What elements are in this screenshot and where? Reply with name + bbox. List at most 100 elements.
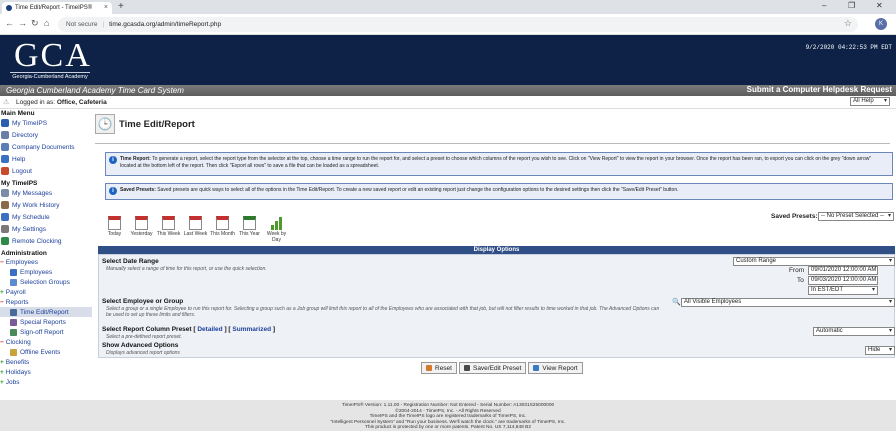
preset-this-month[interactable]: This Month <box>209 216 236 243</box>
sidebar-item-label: Directory <box>12 131 39 139</box>
new-tab-button[interactable]: + <box>118 1 124 12</box>
column-preset-label: Select Report Column Preset [ Detailed ]… <box>102 326 276 333</box>
collapse-icon[interactable]: − <box>0 339 4 346</box>
preset-week-by-day[interactable]: Week by Day <box>263 216 290 243</box>
expand-icon[interactable]: + <box>0 379 4 386</box>
sidebar-item-selection-groups[interactable]: Selection Groups <box>0 277 92 287</box>
preset-yesterday[interactable]: Yesterday <box>128 216 155 243</box>
view-report-button[interactable]: View Report <box>528 362 583 374</box>
timezone-select[interactable]: In EST/EDT <box>808 286 878 295</box>
advanced-options-desc: Displays advanced report options <box>106 350 180 356</box>
not-secure-label[interactable]: Not secure <box>66 21 97 28</box>
sidebar-item-benefits[interactable]: + Benefits <box>0 357 92 367</box>
sidebar-item-jobs[interactable]: + Jobs <box>0 377 92 387</box>
date-range-select[interactable]: Custom Range <box>733 257 895 266</box>
date-range-label: Select Date Range <box>102 258 159 265</box>
preset-this-week[interactable]: This Week <box>155 216 182 243</box>
reset-button[interactable]: Reset <box>421 362 457 374</box>
offline-events-icon <box>10 348 17 356</box>
info-icon: i <box>109 156 117 164</box>
sidebar-item-my-work-history[interactable]: My Work History <box>0 199 92 211</box>
calendar-icon <box>162 216 175 230</box>
my-settings-icon <box>1 225 9 233</box>
sidebar-item-reports-group[interactable]: − Reports <box>0 297 92 307</box>
sidebar-item-my-timeips[interactable]: My TimeIPS <box>0 117 92 129</box>
helpdesk-link[interactable]: Submit a Computer Helpdesk Request <box>747 85 892 94</box>
from-date-input[interactable]: 09/01/2020 12:00:00 AM <box>808 266 878 275</box>
logo-subtitle: Georgia-Cumberland Academy <box>10 72 90 80</box>
sidebar-item-payroll[interactable]: + Payroll <box>0 287 92 297</box>
window-close-icon[interactable]: ✕ <box>876 1 883 10</box>
administration-heading: Administration <box>1 250 47 257</box>
sidebar-item-remote-clocking[interactable]: Remote Clocking <box>0 235 92 247</box>
sidebar-item-offline-events[interactable]: Offline Events <box>0 347 92 357</box>
sidebar-item-my-settings[interactable]: My Settings <box>0 223 92 235</box>
save-edit-preset-button[interactable]: Save/Edit Preset <box>458 362 527 374</box>
sidebar-item-sign-off-report[interactable]: Sign-off Report <box>0 327 92 337</box>
special-reports-icon <box>10 318 17 326</box>
detailed-link[interactable]: Detailed <box>197 326 222 333</box>
gca-logo[interactable]: GCA <box>14 37 92 75</box>
preset-last-week[interactable]: Last Week <box>182 216 209 243</box>
column-preset-select[interactable]: Automatic <box>813 327 895 336</box>
search-icon[interactable]: 🔍 <box>672 298 681 306</box>
sidebar-item-directory[interactable]: Directory <box>0 129 92 141</box>
employee-group-label: Select Employee or Group <box>102 298 184 305</box>
profile-avatar[interactable]: K <box>875 18 887 30</box>
preset-label: Week by Day <box>266 231 287 243</box>
preset-label: This Week <box>156 231 181 237</box>
to-date-input[interactable]: 09/03/2020 12:00:00 AM <box>808 276 878 285</box>
sidebar-item-employees[interactable]: Employees <box>0 267 92 277</box>
sidebar-item-my-messages[interactable]: My Messages <box>0 187 92 199</box>
browser-tab[interactable]: Time Edit/Report - TimeIPS® × <box>2 2 112 14</box>
advanced-options-select[interactable]: Hide <box>865 346 895 355</box>
column-preset-text: Select Report Column Preset <box>102 326 192 333</box>
view-report-label: View Report <box>542 364 578 372</box>
back-icon[interactable]: ← <box>5 18 14 28</box>
logged-in-user: Office, Cafeteria <box>56 99 107 106</box>
view-report-icon <box>533 365 540 371</box>
expand-icon[interactable]: + <box>0 369 4 376</box>
clock-icon: 🕒 <box>95 114 115 134</box>
summarized-link[interactable]: Summarized <box>232 326 271 333</box>
minimize-icon[interactable]: – <box>822 1 826 10</box>
favicon-icon <box>6 5 12 11</box>
calendar-icon <box>243 216 256 230</box>
sidebar-item-label: Help <box>12 155 26 163</box>
employee-group-select[interactable]: All Visible Employees <box>681 298 895 307</box>
sidebar-item-my-schedule[interactable]: My Schedule <box>0 211 92 223</box>
expand-icon[interactable]: + <box>0 289 4 296</box>
saved-presets-select[interactable]: -- No Preset Selected -- <box>818 212 894 221</box>
reload-icon[interactable]: ↻ <box>31 18 39 29</box>
reports-group-label: Reports <box>5 298 29 306</box>
sidebar-item-clocking-group[interactable]: − Clocking <box>0 337 92 347</box>
sidebar-item-label: Sign-off Report <box>20 328 64 336</box>
sidebar-item-company-documents[interactable]: Company Documents <box>0 141 92 153</box>
sidebar-item-time-edit-report[interactable]: Time Edit/Report <box>0 307 92 317</box>
preset-this-year[interactable]: This Year <box>236 216 263 243</box>
forward-icon[interactable]: → <box>18 18 27 28</box>
sidebar-item-employees-group[interactable]: − Employees <box>0 257 92 267</box>
my-schedule-icon <box>1 213 9 221</box>
url-text: time.gcasda.org/admin/timeReport.php <box>109 21 222 28</box>
maximize-icon[interactable]: ❐ <box>848 1 855 10</box>
close-tab-icon[interactable]: × <box>104 4 108 11</box>
sidebar-item-special-reports[interactable]: Special Reports <box>0 317 92 327</box>
remote-clocking-icon <box>1 237 9 245</box>
collapse-icon[interactable]: − <box>0 299 4 306</box>
preset-label: Today <box>107 231 122 237</box>
sidebar-item-help[interactable]: Help <box>0 153 92 165</box>
bookmark-star-icon[interactable]: ☆ <box>844 18 852 29</box>
sidebar-item-holidays[interactable]: + Holidays <box>0 367 92 377</box>
sidebar-item-label: Remote Clocking <box>12 237 62 245</box>
collapse-icon[interactable]: − <box>0 259 4 266</box>
url-input[interactable]: Not secure | time.gcasda.org/admin/timeR… <box>58 17 858 32</box>
expand-icon[interactable]: + <box>0 359 4 366</box>
home-icon[interactable]: ⌂ <box>44 18 49 28</box>
sidebar-item-label: My Work History <box>12 201 60 209</box>
preset-label: Last Week <box>183 231 208 237</box>
preset-today[interactable]: Today <box>101 216 128 243</box>
date-range-desc: Manually select a range of time for this… <box>106 266 267 272</box>
help-select[interactable]: All Help <box>850 97 890 106</box>
sidebar-item-logout[interactable]: Logout <box>0 165 92 177</box>
